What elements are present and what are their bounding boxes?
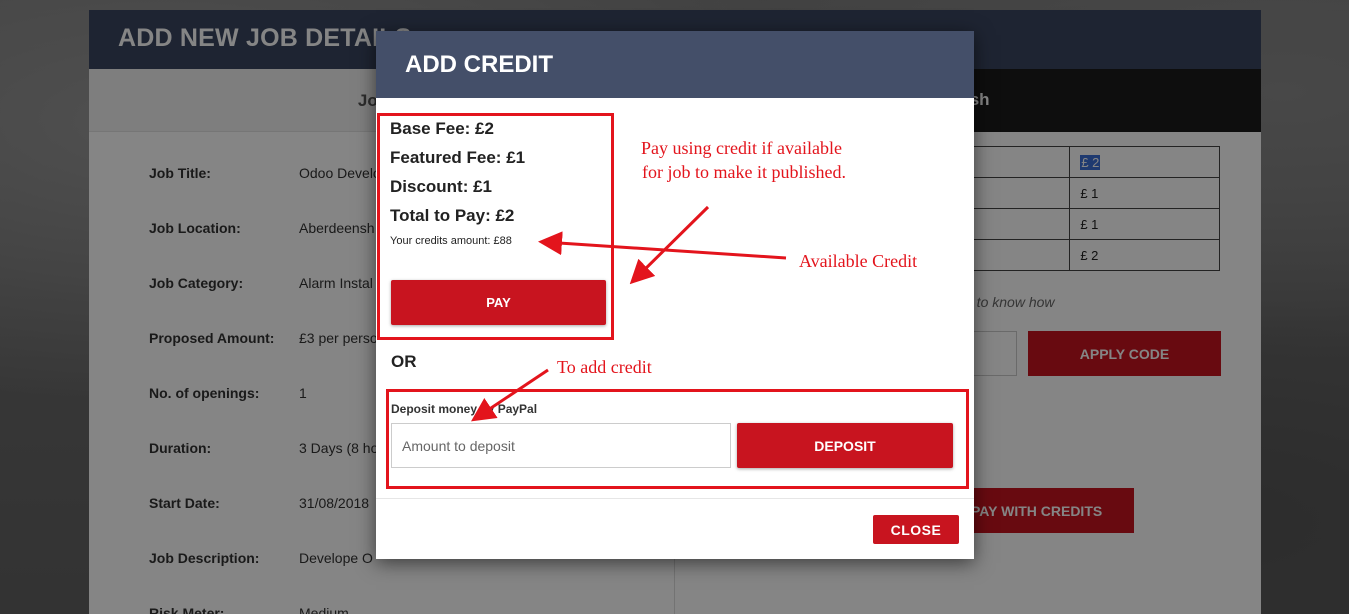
- annotation-add-credit: To add credit: [557, 357, 652, 377]
- annotation-pay-note-line2: for job to make it published.: [642, 162, 846, 182]
- annotation-available-credit: Available Credit: [799, 251, 918, 271]
- close-button[interactable]: CLOSE: [873, 515, 959, 544]
- annotation-box-deposit: [386, 389, 969, 489]
- annotation-pay-note-line1: Pay using credit if available: [641, 138, 842, 158]
- annotation-box-pay: [377, 113, 614, 340]
- or-separator: OR: [391, 352, 417, 371]
- modal-title: ADD CREDIT: [376, 31, 974, 98]
- modal-divider: [376, 498, 974, 499]
